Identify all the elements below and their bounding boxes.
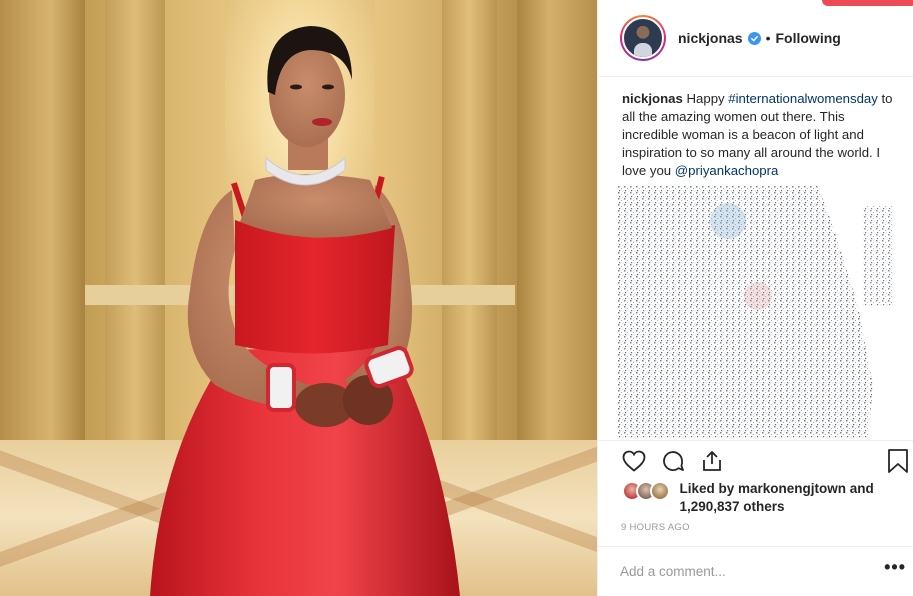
bookmark-icon xyxy=(888,449,908,473)
liker-avatars[interactable] xyxy=(622,481,671,503)
caption-username[interactable]: nickjonas xyxy=(622,91,683,106)
comment-input[interactable] xyxy=(620,560,860,582)
woman-in-red-gown-figure xyxy=(150,26,460,596)
likes-count-link[interactable]: 1,290,837 others xyxy=(679,499,784,514)
post-caption: nickjonas Happy #internationalwomensday … xyxy=(622,90,902,180)
following-button[interactable]: Following xyxy=(776,30,841,46)
story-ring[interactable] xyxy=(620,15,666,61)
more-options-icon[interactable]: ••• xyxy=(884,557,906,578)
post-username[interactable]: nickjonas xyxy=(678,30,743,46)
post-actions xyxy=(598,440,913,480)
heart-icon xyxy=(622,450,646,472)
post-side-panel: nickjonas • Following nickjonas Happy #i… xyxy=(597,0,913,596)
save-button[interactable] xyxy=(884,447,912,475)
likes-text[interactable]: Liked by markonengjtown and 1,290,837 ot… xyxy=(679,480,907,516)
likes-summary: Liked by markonengjtown and 1,290,837 ot… xyxy=(622,480,907,516)
post-header: nickjonas • Following xyxy=(598,0,913,77)
likes-prefix: Liked by xyxy=(679,481,738,496)
caption-hashtag-link[interactable]: #internationalwomensday xyxy=(728,91,878,106)
likes-user-link[interactable]: markonengjtown xyxy=(738,481,846,496)
obscured-comments-area xyxy=(618,186,893,438)
like-button[interactable] xyxy=(620,447,648,475)
comment-composer: ••• xyxy=(598,546,913,596)
avatar[interactable] xyxy=(650,481,670,501)
post-timestamp[interactable]: 9 HOURS AGO xyxy=(621,522,690,533)
verified-icon xyxy=(747,31,761,45)
comment-icon xyxy=(663,451,684,471)
caption-mention-link[interactable]: @priyankachopra xyxy=(675,163,779,178)
likes-connector: and xyxy=(846,481,874,496)
share-button[interactable] xyxy=(698,447,726,475)
comment-button[interactable] xyxy=(659,447,687,475)
caption-text: Happy xyxy=(682,91,729,106)
share-icon xyxy=(703,451,721,471)
follow-separator: • xyxy=(765,30,771,46)
post-photo[interactable] xyxy=(0,0,597,596)
avatar[interactable] xyxy=(622,17,664,59)
